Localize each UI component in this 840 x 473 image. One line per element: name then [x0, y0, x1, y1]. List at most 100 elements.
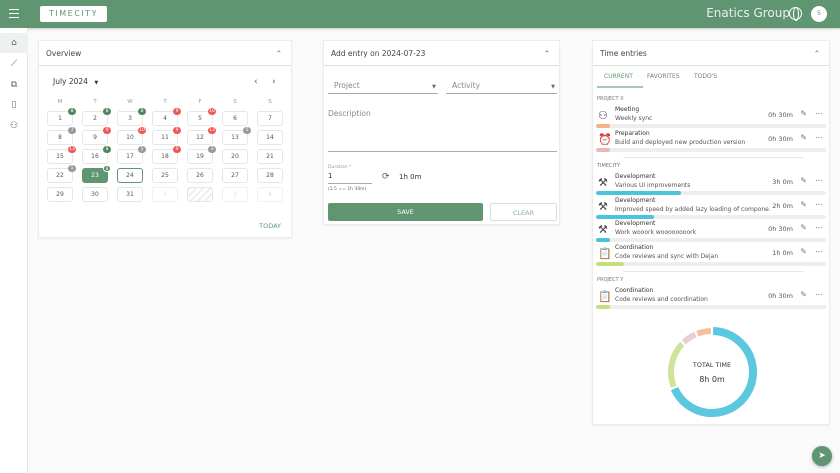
- caret-down-icon: ▼: [551, 84, 555, 90]
- total-time-donut: [668, 327, 757, 417]
- day-number: 10: [126, 134, 134, 141]
- calendar-day[interactable]: 20: [222, 149, 248, 164]
- time-entry[interactable]: 📋 Coordination Code reviews and coordinati…: [593, 287, 831, 309]
- collapse-icon[interactable]: ⌃: [544, 41, 550, 66]
- day-number: 18: [161, 153, 169, 160]
- refresh-icon[interactable]: ⟳: [382, 172, 390, 182]
- duration-input[interactable]: 1: [328, 172, 372, 184]
- calendar-day[interactable]: 87: [47, 127, 76, 145]
- more-icon[interactable]: ⋯: [815, 200, 823, 209]
- more-icon[interactable]: ⋯: [815, 247, 823, 256]
- calendar-day[interactable]: 1: [152, 187, 178, 202]
- entry-count-badge: 8: [103, 108, 111, 115]
- calendar-day[interactable]: 38: [117, 108, 146, 126]
- calendar-day[interactable]: 28: [257, 168, 283, 183]
- tab-favorites[interactable]: FAVORITES: [647, 73, 680, 80]
- calendar-day[interactable]: 21: [257, 149, 283, 164]
- edit-icon[interactable]: ✎: [800, 109, 807, 118]
- day-number: 27: [231, 172, 239, 179]
- tab-todos[interactable]: TODO'S: [694, 73, 717, 80]
- globe-icon[interactable]: [789, 7, 802, 21]
- edit-icon[interactable]: ✎: [800, 247, 807, 256]
- more-icon[interactable]: ⋯: [815, 109, 823, 118]
- calendar-day[interactable]: 23 8: [82, 165, 111, 183]
- analytics-icon[interactable]: ⟋: [0, 54, 28, 74]
- day-number: 11: [161, 134, 169, 141]
- time-entry[interactable]: ⚒ Development Various UI improvements 3h 0m…: [593, 173, 831, 195]
- time-entry[interactable]: 📋 Coordination Code reviews and sync with …: [593, 244, 831, 266]
- entry-title: Development: [615, 173, 656, 180]
- calendar-day[interactable]: 31: [117, 187, 143, 202]
- calendar-day[interactable]: 6: [222, 111, 248, 126]
- calendar-day[interactable]: 12 13: [187, 127, 216, 145]
- organization-name: Enatics Group: [706, 6, 790, 20]
- tools-icon: ⚒: [598, 176, 608, 189]
- calendar-day[interactable]: [187, 187, 213, 202]
- calendar-day[interactable]: 16 8: [82, 146, 111, 164]
- time-entry[interactable]: ⚇ Meeting Weekly sync 0h 30m ✎ ⋯: [593, 106, 831, 128]
- project-select[interactable]: Project ▼: [328, 81, 438, 94]
- calendar-day[interactable]: 19 3: [187, 146, 216, 164]
- calendar-day[interactable]: 18 9: [152, 146, 181, 164]
- entry-progress: [596, 147, 826, 152]
- edit-icon[interactable]: ✎: [800, 176, 807, 185]
- calendar-day[interactable]: 3: [222, 187, 248, 202]
- calendar-day[interactable]: 7: [257, 111, 283, 126]
- projects-icon[interactable]: ⧉: [0, 75, 28, 95]
- edit-icon[interactable]: ✎: [800, 290, 807, 299]
- more-icon[interactable]: ⋯: [815, 176, 823, 185]
- clear-button[interactable]: CLEAR: [490, 203, 557, 221]
- calendar-day[interactable]: 14: [257, 130, 283, 145]
- calendar-day[interactable]: 26: [187, 168, 213, 183]
- entry-progress: [596, 305, 826, 309]
- time-entry[interactable]: ⏰ Preparation Build and deployed new produ…: [593, 130, 831, 152]
- edit-icon[interactable]: ✎: [800, 133, 807, 142]
- calendar-day[interactable]: 28: [82, 108, 111, 126]
- today-button[interactable]: TODAY: [259, 222, 281, 230]
- logo[interactable]: TIMECITY: [40, 6, 107, 22]
- calendar-day[interactable]: 5 10: [187, 108, 216, 126]
- more-icon[interactable]: ⋯: [815, 290, 823, 299]
- save-button[interactable]: SAVE: [328, 203, 483, 221]
- more-icon[interactable]: ⋯: [815, 133, 823, 142]
- document-icon[interactable]: ▯: [0, 95, 28, 115]
- calendar-day[interactable]: 22 5: [47, 165, 76, 183]
- home-icon[interactable]: ⌂: [0, 33, 28, 53]
- calendar-day[interactable]: 10 10: [117, 127, 146, 145]
- calendar-day[interactable]: 30: [82, 187, 108, 202]
- calendar-day[interactable]: 25: [152, 168, 178, 183]
- calendar-day[interactable]: 24: [117, 168, 143, 183]
- time-entry[interactable]: ⚒ Development Work wooork woooooooork 0h 30…: [593, 220, 831, 242]
- avatar[interactable]: S: [811, 6, 827, 22]
- more-icon[interactable]: ⋯: [815, 223, 823, 232]
- menu-icon[interactable]: [9, 9, 19, 18]
- description-input[interactable]: Description: [328, 109, 557, 152]
- month-select[interactable]: July 2024 ▼: [53, 77, 98, 86]
- day-number: 4: [268, 191, 272, 198]
- send-button[interactable]: ➤: [812, 446, 832, 466]
- day-number: 16: [91, 153, 99, 160]
- calendar-day[interactable]: 15 13: [47, 146, 76, 164]
- collapse-icon[interactable]: ⌃: [814, 41, 820, 66]
- tab-current[interactable]: CURRENT: [604, 73, 633, 80]
- activity-select[interactable]: Activity ▼: [446, 81, 557, 94]
- edit-icon[interactable]: ✎: [800, 200, 807, 209]
- calendar-day[interactable]: 27: [222, 168, 248, 183]
- entry-progress: [596, 214, 826, 219]
- next-month-icon[interactable]: ›: [272, 77, 276, 87]
- time-entry[interactable]: ⚒ Development Improved speed by added lazy…: [593, 197, 831, 219]
- calendar-day[interactable]: 18: [47, 108, 76, 126]
- calendar-day[interactable]: 17 5: [117, 146, 146, 164]
- calendar-day[interactable]: 11 9: [152, 127, 181, 145]
- calendar-day[interactable]: 49: [152, 108, 181, 126]
- calendar-day[interactable]: 13 5: [222, 127, 251, 145]
- weekday-label: F: [198, 99, 202, 105]
- calendar-day[interactable]: 29: [47, 187, 73, 202]
- calendar-day[interactable]: 4: [257, 187, 283, 202]
- entry-title: Development: [615, 220, 656, 227]
- users-icon[interactable]: ⚇: [0, 116, 28, 136]
- prev-month-icon[interactable]: ‹: [254, 77, 258, 87]
- calendar-day[interactable]: 99: [82, 127, 111, 145]
- collapse-icon[interactable]: ⌃: [276, 41, 282, 66]
- edit-icon[interactable]: ✎: [800, 223, 807, 232]
